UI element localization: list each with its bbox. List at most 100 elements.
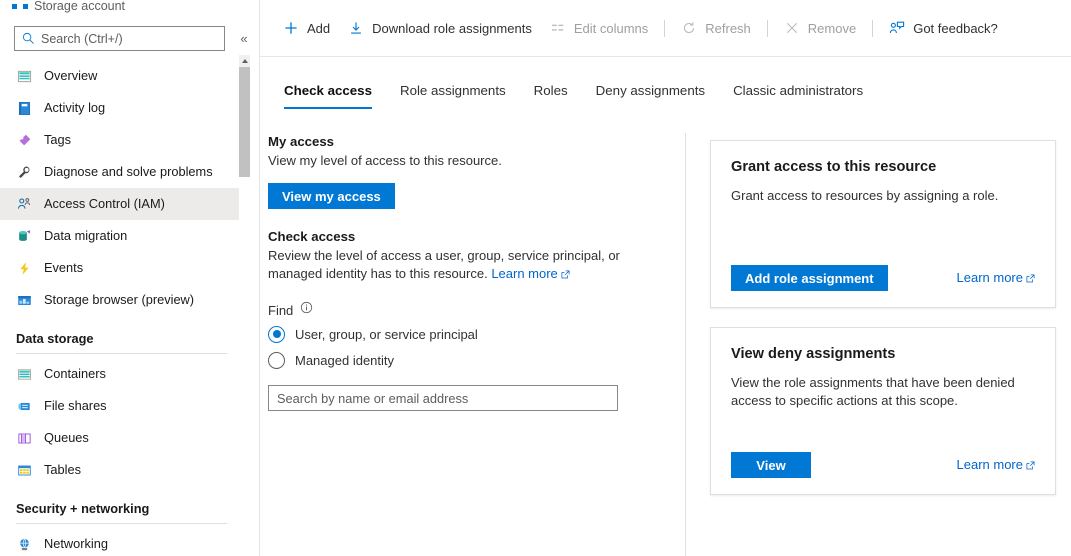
sidebar-group-label: Data storage xyxy=(16,331,94,346)
search-input[interactable] xyxy=(41,32,216,46)
sidebar-item-data-migration[interactable]: Data migration xyxy=(0,220,243,252)
tab-label: Role assignments xyxy=(400,83,506,98)
feedback-person-icon xyxy=(889,20,905,36)
edit-columns-button[interactable]: Edit columns xyxy=(541,12,657,44)
sidebar-item-label: Tables xyxy=(44,464,81,477)
file-shares-icon xyxy=(16,398,32,414)
grant-access-card-title: Grant access to this resource xyxy=(731,159,1035,175)
toolbar-separator xyxy=(664,20,665,37)
remove-label: Remove xyxy=(808,21,856,36)
sidebar-item-overview[interactable]: Overview xyxy=(0,60,243,92)
add-button[interactable]: Add xyxy=(274,12,339,44)
my-access-title: My access xyxy=(268,134,668,149)
view-deny-assignments-button[interactable]: View xyxy=(731,452,811,478)
tab-classic-administrators[interactable]: Classic administrators xyxy=(719,71,877,109)
view-deny-assignments-card-footer: View Learn more xyxy=(731,452,1035,478)
sidebar-item-label: Queues xyxy=(44,432,89,445)
sidebar-item-containers[interactable]: Containers xyxy=(0,358,243,390)
view-deny-assignments-card-title: View deny assignments xyxy=(731,346,1035,362)
sidebar-item-label: Events xyxy=(44,262,83,275)
grant-access-learn-more-link[interactable]: Learn more xyxy=(957,270,1035,286)
collapse-sidebar-button[interactable]: « xyxy=(234,29,254,49)
sidebar-item-activity-log[interactable]: Activity log xyxy=(0,92,243,124)
close-icon xyxy=(784,20,800,36)
grant-access-card-footer: Add role assignment Learn more xyxy=(731,265,1035,291)
sidebar-group-divider-2 xyxy=(16,523,227,524)
radio-button-icon[interactable] xyxy=(268,352,285,369)
sidebar-scrollbar[interactable] xyxy=(239,55,250,556)
grant-access-card: Grant access to this resource Grant acce… xyxy=(710,140,1056,308)
scrollbar-thumb[interactable] xyxy=(239,67,250,177)
search-icon xyxy=(22,32,35,45)
radio-label: User, group, or service principal xyxy=(295,327,478,342)
sidebar-item-label: Storage browser (preview) xyxy=(44,294,194,307)
breadcrumb-marker-icon xyxy=(12,4,17,9)
access-control-icon xyxy=(16,196,32,212)
azure-portal-iam-blade: Storage account « Overview xyxy=(0,0,1071,556)
got-feedback-button[interactable]: Got feedback? xyxy=(880,12,1007,44)
sidebar-item-label: Diagnose and solve problems xyxy=(44,166,213,179)
containers-icon xyxy=(16,366,32,382)
sidebar-group-security-networking: Security + networking xyxy=(0,486,243,516)
external-link-icon xyxy=(1026,458,1035,473)
scroll-up-arrow-icon[interactable] xyxy=(239,55,250,67)
external-link-icon xyxy=(1026,271,1035,286)
sidebar-item-events[interactable]: Events xyxy=(0,252,243,284)
sidebar-search-box[interactable] xyxy=(14,26,225,51)
sidebar-item-networking[interactable]: Networking xyxy=(0,528,243,556)
breadcrumb: Storage account xyxy=(0,0,250,16)
my-access-description: View my level of access to this resource… xyxy=(268,152,620,170)
tab-roles[interactable]: Roles xyxy=(520,71,582,109)
radio-button-icon[interactable] xyxy=(268,326,285,343)
breadcrumb-marker-icon-2 xyxy=(23,4,28,9)
check-access-learn-more-link[interactable]: Learn more xyxy=(491,266,569,281)
radio-label: Managed identity xyxy=(295,353,394,368)
refresh-label: Refresh xyxy=(705,21,751,36)
download-label: Download role assignments xyxy=(372,21,532,36)
sidebar-group-data-storage: Data storage xyxy=(0,316,243,346)
sidebar-item-access-control-iam[interactable]: Access Control (IAM) xyxy=(0,188,243,220)
tab-deny-assignments[interactable]: Deny assignments xyxy=(582,71,719,109)
add-label: Add xyxy=(307,21,330,36)
lightning-bolt-icon xyxy=(16,260,32,276)
check-access-search-input[interactable] xyxy=(268,385,618,411)
view-deny-learn-more-link[interactable]: Learn more xyxy=(957,457,1035,473)
find-label: Find xyxy=(268,303,293,318)
sidebar-item-label: Networking xyxy=(44,538,108,551)
sidebar-item-label: Access Control (IAM) xyxy=(44,198,165,211)
view-my-access-button[interactable]: View my access xyxy=(268,183,395,209)
tab-role-assignments[interactable]: Role assignments xyxy=(386,71,520,109)
tab-label: Deny assignments xyxy=(596,83,705,98)
refresh-button[interactable]: Refresh xyxy=(672,12,760,44)
refresh-icon xyxy=(681,20,697,36)
add-role-assignment-button[interactable]: Add role assignment xyxy=(731,265,888,291)
edit-columns-icon xyxy=(550,20,566,36)
networking-icon xyxy=(16,536,32,552)
sidebar-item-storage-browser-preview[interactable]: Storage browser (preview) xyxy=(0,284,243,316)
sidebar-group-divider xyxy=(16,353,227,354)
sidebar-item-label: Containers xyxy=(44,368,106,381)
sidebar-item-diagnose-and-solve-problems[interactable]: Diagnose and solve problems xyxy=(0,156,243,188)
sidebar-item-label: Overview xyxy=(44,70,97,83)
radio-user-group-service-principal[interactable]: User, group, or service principal xyxy=(268,321,668,347)
tab-label: Check access xyxy=(284,83,372,98)
tab-check-access[interactable]: Check access xyxy=(270,71,386,109)
sidebar-item-label: File shares xyxy=(44,400,107,413)
sidebar-item-label: Tags xyxy=(44,134,71,147)
main-content: Add Download role assignments Edit colum… xyxy=(260,0,1071,556)
download-role-assignments-button[interactable]: Download role assignments xyxy=(339,12,541,44)
sidebar-item-tables[interactable]: Tables xyxy=(0,454,243,486)
tab-label: Roles xyxy=(534,83,568,98)
tables-icon xyxy=(16,462,32,478)
activity-log-icon xyxy=(16,100,32,116)
sidebar-item-queues[interactable]: Queues xyxy=(0,422,243,454)
wrench-icon xyxy=(16,164,32,180)
radio-managed-identity[interactable]: Managed identity xyxy=(268,347,668,373)
tag-icon xyxy=(16,132,32,148)
sidebar-item-file-shares[interactable]: File shares xyxy=(0,390,243,422)
remove-button[interactable]: Remove xyxy=(775,12,865,44)
info-icon[interactable] xyxy=(300,301,313,319)
sidebar-item-tags[interactable]: Tags xyxy=(0,124,243,156)
toolbar-separator-3 xyxy=(872,20,873,37)
queues-icon xyxy=(16,430,32,446)
